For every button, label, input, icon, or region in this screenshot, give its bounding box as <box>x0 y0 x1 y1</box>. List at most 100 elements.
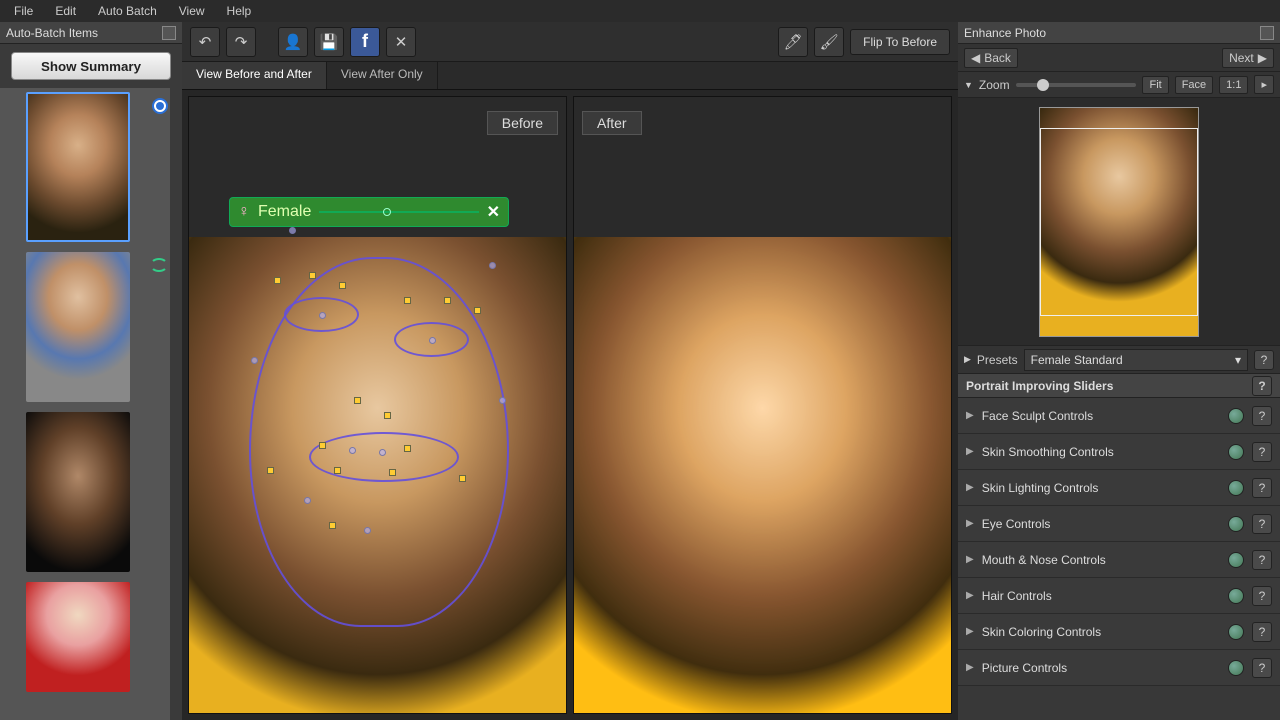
tab-after-only[interactable]: View After Only <box>327 62 438 89</box>
presets-help-button[interactable]: ? <box>1254 350 1274 370</box>
slider-group[interactable]: ▶Skin Coloring Controls? <box>958 614 1280 650</box>
undo-button[interactable]: ↶ <box>190 27 220 57</box>
status-dot-icon[interactable] <box>1228 624 1244 640</box>
chevron-right-icon[interactable]: ▶ <box>964 354 971 365</box>
before-pane[interactable]: Before ♀ Female ✕ <box>188 96 567 714</box>
landmark[interactable] <box>309 272 316 279</box>
back-button[interactable]: ◀Back <box>964 48 1018 68</box>
thumbnail-3[interactable] <box>8 412 174 572</box>
landmark[interactable] <box>444 297 451 304</box>
save-button[interactable]: 💾 <box>314 27 344 57</box>
landmark[interactable] <box>389 469 396 476</box>
status-dot-icon[interactable] <box>1228 588 1244 604</box>
landmark[interactable] <box>349 447 356 454</box>
person-button[interactable]: 👤 <box>278 27 308 57</box>
gender-tag[interactable]: ♀ Female ✕ <box>229 197 509 227</box>
slider-help-button[interactable]: ? <box>1252 514 1272 534</box>
slider-group[interactable]: ▶Picture Controls? <box>958 650 1280 686</box>
slider-help-button[interactable]: ? <box>1252 442 1272 462</box>
status-dot-icon[interactable] <box>1228 552 1244 568</box>
panel-collapse-icon[interactable] <box>1260 26 1274 40</box>
landmark[interactable] <box>267 467 274 474</box>
slider-label[interactable]: Face Sculpt Controls <box>982 409 1220 423</box>
slider-help-button[interactable]: ? <box>1252 658 1272 678</box>
slider-group[interactable]: ▶Face Sculpt Controls? <box>958 398 1280 434</box>
thumbnail-1[interactable] <box>8 92 174 242</box>
zoom-1to1-button[interactable]: 1:1 <box>1219 76 1248 94</box>
thumbnail-scrollbar[interactable] <box>170 88 182 720</box>
slider-group[interactable]: ▶Skin Smoothing Controls? <box>958 434 1280 470</box>
flip-to-before-button[interactable]: Flip To Before <box>850 29 950 55</box>
status-dot-icon[interactable] <box>1228 516 1244 532</box>
menu-edit[interactable]: Edit <box>45 2 86 20</box>
thumbnail-strip[interactable] <box>0 88 182 720</box>
slider-label[interactable]: Skin Coloring Controls <box>982 625 1220 639</box>
zoom-slider-knob[interactable] <box>1037 79 1049 91</box>
slider-label[interactable]: Skin Lighting Controls <box>982 481 1220 495</box>
slider-label[interactable]: Eye Controls <box>982 517 1220 531</box>
zoom-fit-button[interactable]: Fit <box>1142 76 1168 94</box>
viewport-rect[interactable] <box>1040 128 1198 316</box>
redo-button[interactable]: ↷ <box>226 27 256 57</box>
slider-help-button[interactable]: ? <box>1252 406 1272 426</box>
tab-before-after[interactable]: View Before and After <box>182 62 327 89</box>
status-dot-icon[interactable] <box>1228 444 1244 460</box>
chevron-down-icon[interactable]: ▼ <box>964 80 973 90</box>
zoom-face-button[interactable]: Face <box>1175 76 1213 94</box>
slider-label[interactable]: Picture Controls <box>982 661 1220 675</box>
slider-help-button[interactable]: ? <box>1252 550 1272 570</box>
landmark[interactable] <box>379 449 386 456</box>
landmark[interactable] <box>459 475 466 482</box>
landmark[interactable] <box>289 227 296 234</box>
close-button[interactable]: ✕ <box>386 27 416 57</box>
zoom-more-button[interactable]: ▸ <box>1254 75 1274 94</box>
facebook-button[interactable]: f <box>350 27 380 57</box>
sliders-help-button[interactable]: ? <box>1252 376 1272 396</box>
slider-label[interactable]: Mouth & Nose Controls <box>982 553 1220 567</box>
landmark[interactable] <box>319 442 326 449</box>
landmark[interactable] <box>319 312 326 319</box>
landmark[interactable] <box>334 467 341 474</box>
landmark[interactable] <box>404 297 411 304</box>
menu-file[interactable]: File <box>4 2 43 20</box>
landmark[interactable] <box>251 357 258 364</box>
status-dot-icon[interactable] <box>1228 660 1244 676</box>
gender-tag-close-icon[interactable]: ✕ <box>487 202 500 222</box>
landmark[interactable] <box>364 527 371 534</box>
brush-remove-button[interactable]: 🖌 <box>814 27 844 57</box>
thumbnail-2[interactable] <box>8 252 174 402</box>
slider-group[interactable]: ▶Eye Controls? <box>958 506 1280 542</box>
slider-help-button[interactable]: ? <box>1252 622 1272 642</box>
panel-collapse-icon[interactable] <box>162 26 176 40</box>
brush-add-button[interactable]: 🖊 <box>778 27 808 57</box>
landmark[interactable] <box>274 277 281 284</box>
landmark[interactable] <box>499 397 506 404</box>
slider-group[interactable]: ▶Skin Lighting Controls? <box>958 470 1280 506</box>
landmark[interactable] <box>489 262 496 269</box>
landmark[interactable] <box>329 522 336 529</box>
landmark[interactable] <box>354 397 361 404</box>
status-dot-icon[interactable] <box>1228 408 1244 424</box>
slider-help-button[interactable]: ? <box>1252 586 1272 606</box>
landmark[interactable] <box>474 307 481 314</box>
menu-help[interactable]: Help <box>217 2 262 20</box>
zoom-slider[interactable] <box>1016 83 1137 87</box>
slider-label[interactable]: Skin Smoothing Controls <box>982 445 1220 459</box>
status-dot-icon[interactable] <box>1228 480 1244 496</box>
landmark[interactable] <box>429 337 436 344</box>
next-button[interactable]: Next▶ <box>1222 48 1274 68</box>
thumbnail-4[interactable] <box>8 582 174 692</box>
slider-group[interactable]: ▶Hair Controls? <box>958 578 1280 614</box>
landmark[interactable] <box>404 445 411 452</box>
menu-view[interactable]: View <box>169 2 215 20</box>
landmark[interactable] <box>339 282 346 289</box>
preset-select[interactable]: Female Standard <box>1024 349 1248 371</box>
landmark[interactable] <box>384 412 391 419</box>
slider-label[interactable]: Hair Controls <box>982 589 1220 603</box>
landmark[interactable] <box>304 497 311 504</box>
slider-help-button[interactable]: ? <box>1252 478 1272 498</box>
menu-autobatch[interactable]: Auto Batch <box>88 2 167 20</box>
show-summary-button[interactable]: Show Summary <box>11 52 171 80</box>
preview-box[interactable] <box>958 98 1280 346</box>
after-pane[interactable]: After <box>573 96 952 714</box>
